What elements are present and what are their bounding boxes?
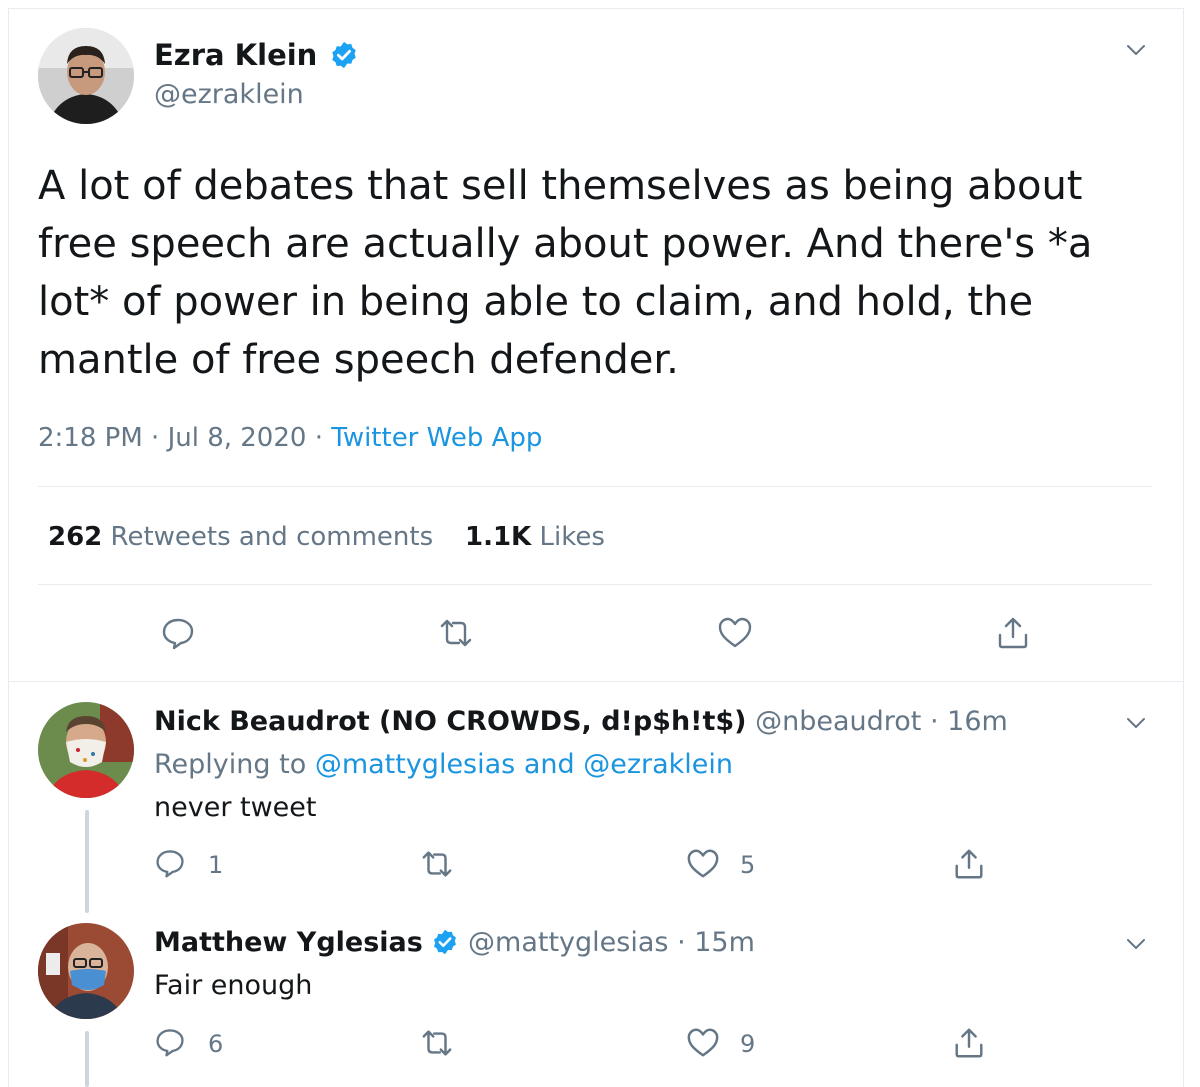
reply-header: Matthew Yglesias @mattyglesias · 15m xyxy=(154,927,755,958)
tweet-source-link[interactable]: Twitter Web App xyxy=(331,423,542,453)
divider xyxy=(38,486,1152,487)
chevron-down-icon[interactable] xyxy=(1124,711,1148,735)
reply-text: never tweet xyxy=(154,792,317,823)
retweet-icon[interactable] xyxy=(420,1026,454,1060)
verified-badge-icon xyxy=(332,41,357,69)
avatar[interactable] xyxy=(38,28,134,124)
author-name[interactable]: Nick Beaudrot (NO CROWDS, d!p$h!t$) xyxy=(154,706,747,737)
share-icon[interactable] xyxy=(952,1026,986,1060)
heart-icon[interactable] xyxy=(686,1026,720,1060)
chevron-down-icon[interactable] xyxy=(1124,38,1148,62)
author-name[interactable]: Ezra Klein xyxy=(154,38,317,72)
meta-separator: · xyxy=(151,423,160,453)
meta-separator: · xyxy=(677,927,686,958)
reply-age[interactable]: 15m xyxy=(694,927,755,958)
author-handle[interactable]: @ezraklein xyxy=(154,79,304,110)
avatar[interactable] xyxy=(38,702,134,798)
like-count: 5 xyxy=(740,851,756,879)
reply-count: 1 xyxy=(208,851,224,879)
share-icon[interactable] xyxy=(952,847,986,881)
reply-age[interactable]: 16m xyxy=(947,706,1008,737)
replying-prefix: Replying to xyxy=(154,749,307,780)
reply-icon[interactable] xyxy=(154,847,186,879)
likes-count: 1.1K xyxy=(465,522,532,552)
author-name-row[interactable]: Ezra Klein xyxy=(154,38,359,72)
tweet-time[interactable]: 2:18 PM xyxy=(38,423,143,453)
meta-separator: · xyxy=(314,423,323,453)
reply-header: Nick Beaudrot (NO CROWDS, d!p$h!t$) @nbe… xyxy=(154,706,1008,737)
avatar[interactable] xyxy=(38,923,134,1019)
chevron-down-icon[interactable] xyxy=(1124,932,1148,956)
heart-icon[interactable] xyxy=(717,615,753,651)
retweets-label: Retweets and comments xyxy=(110,522,434,552)
thread-line xyxy=(85,1031,89,1087)
reply-count: 6 xyxy=(208,1030,224,1058)
retweets-count: 262 xyxy=(48,522,103,552)
author-handle[interactable]: @nbeaudrot xyxy=(755,706,921,737)
like-count: 9 xyxy=(740,1030,756,1058)
reply-icon[interactable] xyxy=(154,1026,186,1058)
tweet-text: A lot of debates that sell themselves as… xyxy=(38,163,1093,383)
replying-to: Replying to @mattyglesias and @ezraklein xyxy=(154,749,733,780)
tweet-date[interactable]: Jul 8, 2020 xyxy=(168,423,307,453)
likes-label: Likes xyxy=(539,522,605,552)
likes-stat[interactable]: 1.1K Likes xyxy=(465,522,605,552)
retweet-icon[interactable] xyxy=(438,615,474,651)
verified-badge-icon xyxy=(434,929,457,954)
author-name[interactable]: Matthew Yglesias xyxy=(154,927,423,958)
thread-line xyxy=(85,810,89,913)
heart-icon[interactable] xyxy=(686,847,720,881)
divider xyxy=(38,584,1152,585)
reply-text: Fair enough xyxy=(154,970,313,1001)
retweets-stat[interactable]: 262 Retweets and comments xyxy=(48,522,433,552)
author-handle[interactable]: @mattyglesias xyxy=(468,927,668,958)
meta-separator: · xyxy=(929,706,939,737)
tweet-meta: 2:18 PM · Jul 8, 2020 · Twitter Web App xyxy=(38,423,542,453)
share-icon[interactable] xyxy=(995,615,1031,651)
replying-to-links[interactable]: @mattyglesias and @ezraklein xyxy=(315,749,733,780)
retweet-icon[interactable] xyxy=(420,847,454,881)
divider xyxy=(9,681,1184,682)
reply-icon[interactable] xyxy=(160,615,196,651)
